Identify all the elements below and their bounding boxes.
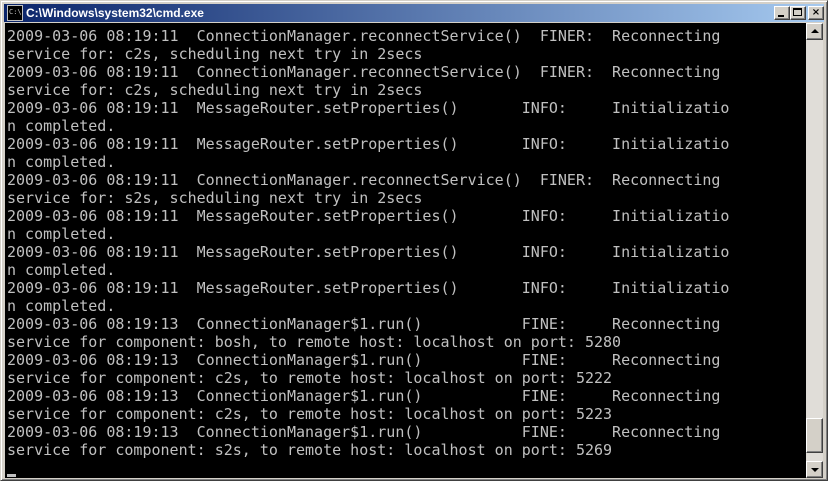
console-line: 2009-03-06 08:19:13 ConnectionManager$1.… xyxy=(7,315,721,333)
console-line: 2009-03-06 08:19:13 ConnectionManager$1.… xyxy=(7,423,721,441)
maximize-icon xyxy=(793,8,802,16)
scroll-thumb[interactable] xyxy=(806,418,823,454)
console-output-area[interactable]: 2009-03-06 08:19:11 ConnectionManager.re… xyxy=(5,23,806,478)
console-line: service for: c2s, scheduling next try in… xyxy=(7,45,423,63)
console-line: n completed. xyxy=(7,225,116,243)
console-line: 2009-03-06 08:19:11 ConnectionManager.re… xyxy=(7,27,721,45)
console-line: service for component: c2s, to remote ho… xyxy=(7,405,613,423)
console-line: 2009-03-06 08:19:11 MessageRouter.setPro… xyxy=(7,99,730,117)
console-line: service for component: c2s, to remote ho… xyxy=(7,369,613,387)
console-line: service for component: s2s, to remote ho… xyxy=(7,441,613,459)
close-icon: × xyxy=(811,7,821,18)
vertical-scrollbar[interactable] xyxy=(806,23,823,478)
scroll-down-button[interactable] xyxy=(806,461,823,478)
console-line: 2009-03-06 08:19:13 ConnectionManager$1.… xyxy=(7,351,721,369)
console-line: 2009-03-06 08:19:11 ConnectionManager.re… xyxy=(7,171,721,189)
console-line: service for component: bosh, to remote h… xyxy=(7,333,622,351)
title-bar[interactable]: C:\Windows\system32\cmd.exe × xyxy=(4,3,824,22)
scroll-up-button[interactable] xyxy=(806,23,823,40)
window-title: C:\Windows\system32\cmd.exe xyxy=(26,6,204,20)
console-line: 2009-03-06 08:19:11 MessageRouter.setPro… xyxy=(7,279,730,297)
minimize-icon xyxy=(778,15,784,17)
arrow-down-icon xyxy=(811,468,819,472)
console-line: 2009-03-06 08:19:11 MessageRouter.setPro… xyxy=(7,135,730,153)
console-line: service for: s2s, scheduling next try in… xyxy=(7,189,423,207)
console-line: n completed. xyxy=(7,261,116,279)
console-line: 2009-03-06 08:19:11 MessageRouter.setPro… xyxy=(7,243,730,261)
console-line: 2009-03-06 08:19:13 ConnectionManager$1.… xyxy=(7,387,721,405)
console-line: n completed. xyxy=(7,117,116,135)
console-line: 2009-03-06 08:19:11 MessageRouter.setPro… xyxy=(7,207,730,225)
maximize-button[interactable] xyxy=(790,6,806,20)
cmd-app-icon[interactable] xyxy=(7,3,23,21)
arrow-up-icon xyxy=(811,29,819,33)
console-output: 2009-03-06 08:19:11 ConnectionManager.re… xyxy=(7,27,729,477)
console-line: 2009-03-06 08:19:11 ConnectionManager.re… xyxy=(7,63,721,81)
console-window: C:\Windows\system32\cmd.exe × 2009-03-06… xyxy=(0,0,828,481)
prompt-line xyxy=(7,459,729,477)
console-line: n completed. xyxy=(7,297,116,315)
console-line: n completed. xyxy=(7,153,116,171)
text-cursor xyxy=(7,474,16,477)
close-button[interactable]: × xyxy=(808,6,824,20)
console-line: service for: c2s, scheduling next try in… xyxy=(7,81,423,99)
minimize-button[interactable] xyxy=(774,6,790,20)
